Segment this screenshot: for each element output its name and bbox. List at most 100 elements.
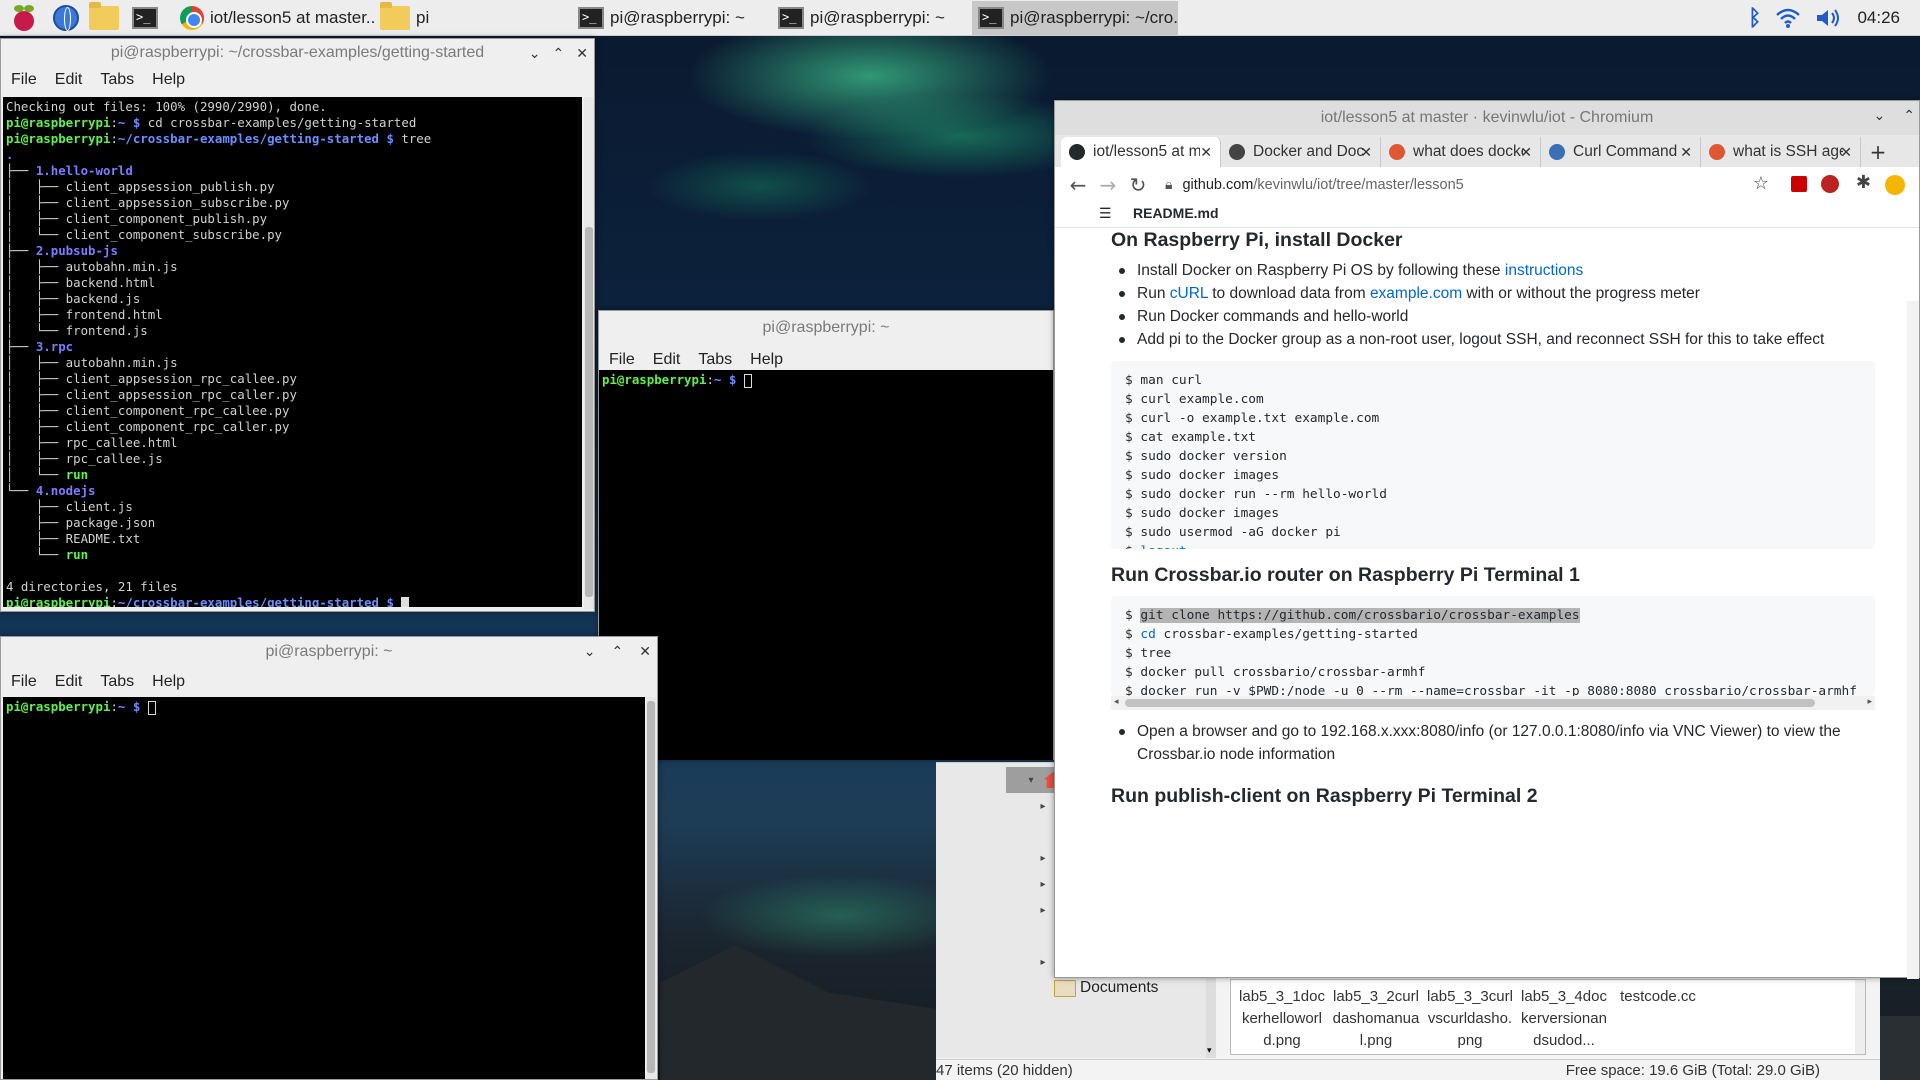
terminal-output[interactable]: pi@raspberrypi:~ $ (599, 370, 1053, 760)
expand-arrow-icon[interactable]: ▸ (1036, 879, 1050, 890)
tab-title: what does docker (1413, 143, 1523, 160)
window-titlebar[interactable]: iot/lesson5 at master · kevinwlu/iot - C… (1055, 101, 1919, 135)
file-icon-view[interactable]: lab5_3_1dockerhelloworld.png lab5_3_2curl… (1230, 979, 1866, 1055)
maximize-icon[interactable]: ⌃ (553, 45, 565, 62)
code-horizontal-scrollbar[interactable]: ◂ ▸ (1111, 696, 1875, 710)
taskbar: >_ iot/lesson5 at master... pi >_ pi@ras… (0, 0, 1920, 36)
menu-help[interactable]: Help (152, 71, 185, 89)
browser-tab[interactable]: iot/lesson5 at master✕ (1061, 137, 1221, 167)
terminal-launcher-icon[interactable]: >_ (127, 0, 163, 36)
tree-item[interactable]: Documents (1036, 975, 1158, 1001)
clock[interactable]: 04:26 (1857, 8, 1900, 28)
taskbar-terminal-button[interactable]: >_ pi@raspberrypi: ~ (772, 1, 972, 35)
menu-edit[interactable]: Edit (653, 351, 681, 369)
menu-chevron-icon[interactable]: ⌄ (584, 643, 596, 660)
expand-arrow-icon[interactable]: ▸ (1036, 905, 1050, 916)
lock-icon[interactable]: 🔒︎ (1165, 177, 1172, 193)
scrollbar-thumb[interactable] (1125, 699, 1815, 707)
tab-close-icon[interactable]: ✕ (1200, 144, 1212, 161)
scrollbar-thumb[interactable] (647, 701, 655, 1073)
extension-icon[interactable] (1821, 175, 1839, 193)
window-titlebar[interactable]: pi@raspberrypi: ~ (599, 311, 1053, 345)
reload-icon[interactable]: ↻ (1123, 173, 1153, 197)
instructions-link[interactable]: instructions (1505, 262, 1583, 279)
readme-header: ☰ README.md (1055, 198, 1919, 228)
page-scrollbar[interactable] (1907, 301, 1919, 979)
file-item[interactable]: testcode.cc (1613, 986, 1703, 1008)
file-manager-launcher-icon[interactable] (86, 0, 122, 36)
file-item[interactable]: lab5_3_3curlvscurldasho.png (1425, 986, 1515, 1052)
menu-tabs[interactable]: Tabs (698, 351, 732, 369)
expand-arrow-icon[interactable]: ▸ (1036, 801, 1050, 812)
terminal-text: . (6, 147, 14, 162)
web-browser-launcher-icon[interactable] (48, 0, 84, 36)
maximize-icon[interactable]: ⌃ (1903, 107, 1915, 124)
taskbar-filemanager-button[interactable]: pi (374, 1, 574, 35)
code-line: $ docker run -v $PWD:/node -u 0 --rm --n… (1125, 684, 1857, 696)
taskbar-terminal-button[interactable]: >_ pi@raspberrypi: ~ (572, 1, 772, 35)
browser-tab[interactable]: what is SSH agent✕ (1701, 137, 1861, 167)
window-titlebar[interactable]: pi@raspberrypi: ~/crossbar-examples/gett… (1, 39, 594, 67)
menu-help[interactable]: Help (750, 351, 783, 369)
menu-file[interactable]: File (11, 71, 37, 89)
file-item[interactable]: lab5_3_2curldashomanual.png (1331, 986, 1421, 1052)
menu-help[interactable]: Help (152, 673, 185, 691)
taskbar-terminal-button-active[interactable]: >_ pi@raspberrypi: ~/cro... (972, 1, 1178, 35)
browser-tab[interactable]: Docker and Docker✕ (1221, 137, 1381, 167)
expand-arrow-icon[interactable]: ▸ (1036, 957, 1050, 968)
example-com-link[interactable]: example.com (1370, 285, 1462, 302)
tab-close-icon[interactable]: ✕ (1520, 144, 1532, 161)
menu-edit[interactable]: Edit (55, 673, 83, 691)
extensions-puzzle-icon[interactable]: ✱ (1856, 172, 1871, 193)
menu-file[interactable]: File (11, 673, 37, 691)
extension-icon[interactable] (1791, 176, 1807, 192)
minimize-icon[interactable]: ⌄ (1874, 107, 1886, 124)
terminal-line: │ └── frontend.js (6, 323, 579, 339)
url-host: github.com (1182, 176, 1254, 193)
browser-tab[interactable]: Curl Command ✕ (1541, 137, 1701, 167)
file-item[interactable]: lab5_3_1dockerhelloworld.png (1237, 986, 1327, 1052)
close-icon[interactable]: ✕ (639, 643, 651, 660)
window-titlebar[interactable]: pi@raspberrypi: ~ ⌄ ⌃ ✕ (1, 637, 657, 667)
icon-view-scrollbar[interactable] (1855, 980, 1865, 1054)
menu-chevron-icon[interactable]: ⌄ (529, 45, 541, 62)
expand-arrow-icon[interactable]: ▸ (1036, 853, 1050, 864)
tab-close-icon[interactable]: ✕ (1840, 144, 1852, 161)
code-block[interactable]: $ git clone https://github.com/crossbari… (1111, 596, 1875, 696)
scrollbar-thumb[interactable] (585, 227, 593, 597)
expand-arrow-icon[interactable]: ▾ (1024, 775, 1038, 786)
file-item[interactable]: lab5_3_4dockerversionandsudod... (1519, 986, 1609, 1052)
new-tab-icon[interactable]: + (1861, 137, 1895, 167)
close-icon[interactable]: ✕ (576, 45, 588, 62)
menu-edit[interactable]: Edit (55, 71, 83, 89)
scroll-down-icon[interactable]: ▾ (1207, 1046, 1212, 1056)
scroll-right-icon[interactable]: ▸ (1867, 696, 1872, 707)
browser-tab[interactable]: what does docker ✕ (1381, 137, 1541, 167)
tab-close-icon[interactable]: ✕ (1680, 144, 1692, 161)
address-bar[interactable]: github.com/kevinwlu/iot/tree/master/less… (1182, 177, 1463, 193)
bluetooth-icon[interactable]: ᛒ (1748, 5, 1761, 31)
terminal-output[interactable]: pi@raspberrypi:~ $ (3, 697, 645, 1079)
taskbar-chromium-button[interactable]: iot/lesson5 at master... (174, 1, 374, 35)
maximize-icon[interactable]: ⌃ (612, 643, 624, 660)
back-icon[interactable]: ← (1063, 173, 1093, 197)
raspberry-menu-icon[interactable] (6, 0, 42, 36)
code-block[interactable]: $ man curl $ curl example.com $ curl -o ex… (1111, 361, 1875, 549)
forward-icon[interactable]: → (1093, 173, 1123, 197)
tab-title: Curl Command (1573, 143, 1678, 160)
bookmark-star-icon[interactable]: ☆ (1753, 173, 1769, 194)
terminal-scrollbar[interactable] (584, 97, 594, 609)
menu-tabs[interactable]: Tabs (100, 673, 134, 691)
terminal-output[interactable]: Checking out files: 100% (2990/2990), do… (3, 97, 582, 607)
menu-tabs[interactable]: Tabs (100, 71, 134, 89)
list-icon[interactable]: ☰ (1099, 205, 1112, 222)
terminal-scrollbar[interactable] (646, 697, 656, 1079)
scroll-left-icon[interactable]: ◂ (1114, 696, 1119, 707)
menu-file[interactable]: File (609, 351, 635, 369)
terminal-text: │ ├── client_component_publish.py (6, 211, 268, 226)
tab-close-icon[interactable]: ✕ (1360, 144, 1372, 161)
wifi-icon[interactable] (1775, 7, 1801, 29)
curl-link[interactable]: cURL (1170, 285, 1208, 302)
volume-icon[interactable] (1815, 7, 1843, 29)
profile-avatar[interactable] (1885, 175, 1905, 195)
